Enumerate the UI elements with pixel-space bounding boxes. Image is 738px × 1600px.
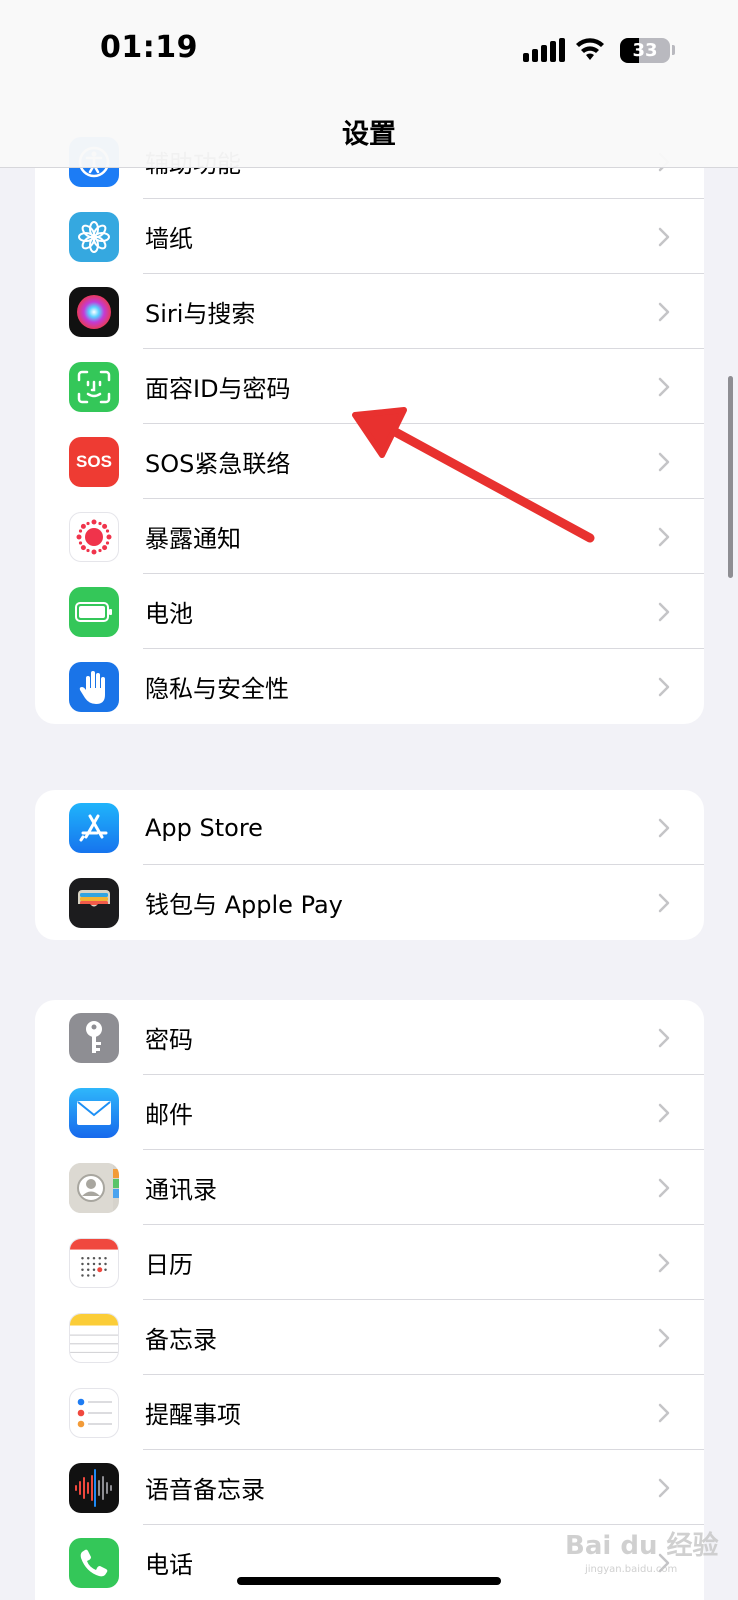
chevron-right-icon	[658, 677, 670, 696]
settings-group-1: 辅助功能 墙纸 Siri与搜索 面容ID与密码	[35, 124, 704, 724]
chevron-right-icon	[658, 527, 670, 546]
settings-row-label: 通讯录	[145, 1176, 217, 1204]
chevron-right-icon	[658, 1253, 670, 1272]
settings-row-sos[interactable]: SOS SOS紧急联络	[35, 424, 704, 499]
settings-row-passwords[interactable]: 密码	[35, 1000, 704, 1075]
settings-row-exposure[interactable]: 暴露通知	[35, 499, 704, 574]
app-store-icon	[69, 802, 119, 853]
key-icon	[69, 1012, 119, 1063]
settings-row-siri[interactable]: Siri与搜索	[35, 274, 704, 349]
battery-cap	[672, 45, 675, 55]
watermark-logo: Bai du 经验 jingyan.baidu.com	[565, 1525, 719, 1575]
sos-icon: SOS	[69, 436, 119, 487]
status-time: 01:19	[100, 30, 198, 65]
wallpaper-icon	[69, 211, 119, 262]
settings-row-contacts[interactable]: 通讯录	[35, 1150, 704, 1225]
scrollbar[interactable]	[728, 376, 733, 578]
contacts-icon	[69, 1162, 119, 1213]
battery-level: 33	[632, 40, 658, 61]
settings-row-label: 日历	[145, 1251, 193, 1279]
chevron-right-icon	[658, 1103, 670, 1122]
page-title: 设置	[342, 119, 396, 150]
settings-group-3: 密码 邮件 通讯录 日历 备忘录 提醒事项 语音备忘录 电话	[35, 1000, 704, 1600]
notes-icon	[69, 1312, 119, 1363]
mail-icon	[69, 1087, 119, 1138]
reminders-icon	[69, 1387, 119, 1438]
settings-row-label: 暴露通知	[145, 525, 241, 553]
settings-row-privacy[interactable]: 隐私与安全性	[35, 649, 704, 724]
wallet-icon	[69, 877, 119, 928]
settings-row-face-id[interactable]: 面容ID与密码	[35, 349, 704, 424]
wifi-icon	[576, 38, 604, 60]
settings-row-label: Siri与搜索	[145, 300, 256, 328]
phone-icon	[69, 1537, 119, 1588]
privacy-hand-icon	[69, 661, 119, 712]
settings-row-wallet[interactable]: 钱包与 Apple Pay	[35, 865, 704, 940]
chevron-right-icon	[658, 452, 670, 471]
settings-row-label: 电池	[145, 600, 193, 628]
chevron-right-icon	[658, 1478, 670, 1497]
settings-row-label: 密码	[145, 1026, 193, 1054]
settings-row-label: 备忘录	[145, 1326, 217, 1354]
chevron-right-icon	[658, 893, 670, 912]
siri-icon	[69, 286, 119, 337]
home-indicator[interactable]	[237, 1577, 501, 1585]
settings-row-label: SOS紧急联络	[145, 450, 291, 478]
chevron-right-icon	[658, 1178, 670, 1197]
navigation-bar: 01:19 33 设置	[0, 0, 738, 168]
sos-icon-text: SOS	[76, 451, 112, 471]
settings-row-label: 钱包与 Apple Pay	[145, 891, 343, 919]
settings-row-voice-memos[interactable]: 语音备忘录	[35, 1450, 704, 1525]
chevron-right-icon	[658, 302, 670, 321]
settings-row-app-store[interactable]: App Store	[35, 790, 704, 865]
watermark-text: Bai du 经验	[565, 1531, 719, 1561]
battery-icon	[69, 586, 119, 637]
chevron-right-icon	[658, 602, 670, 621]
chevron-right-icon	[658, 1328, 670, 1347]
face-id-icon	[69, 361, 119, 412]
settings-row-label: 邮件	[145, 1101, 193, 1129]
settings-row-label: 语音备忘录	[145, 1476, 265, 1504]
exposure-icon	[69, 511, 119, 562]
settings-row-label: 电话	[145, 1551, 193, 1579]
settings-row-wallpaper[interactable]: 墙纸	[35, 199, 704, 274]
chevron-right-icon	[658, 377, 670, 396]
settings-row-label: 面容ID与密码	[145, 375, 291, 403]
settings-row-reminders[interactable]: 提醒事项	[35, 1375, 704, 1450]
cellular-signal-icon	[523, 38, 565, 62]
chevron-right-icon	[658, 227, 670, 246]
status-bar: 01:19 33	[0, 0, 738, 100]
settings-row-label: 墙纸	[145, 225, 193, 253]
settings-row-label: App Store	[145, 813, 263, 842]
settings-row-label: 提醒事项	[145, 1401, 241, 1429]
calendar-icon	[69, 1237, 119, 1288]
chevron-right-icon	[658, 818, 670, 837]
settings-row-battery[interactable]: 电池	[35, 574, 704, 649]
settings-row-label: 隐私与安全性	[145, 675, 289, 703]
chevron-right-icon	[658, 1403, 670, 1422]
voice-memos-icon	[69, 1462, 119, 1513]
settings-row-calendar[interactable]: 日历	[35, 1225, 704, 1300]
settings-row-mail[interactable]: 邮件	[35, 1075, 704, 1150]
chevron-right-icon	[658, 1028, 670, 1047]
settings-row-notes[interactable]: 备忘录	[35, 1300, 704, 1375]
settings-group-2: App Store 钱包与 Apple Pay	[35, 790, 704, 940]
battery-indicator: 33	[620, 38, 670, 63]
watermark-url: jingyan.baidu.com	[585, 1564, 678, 1575]
